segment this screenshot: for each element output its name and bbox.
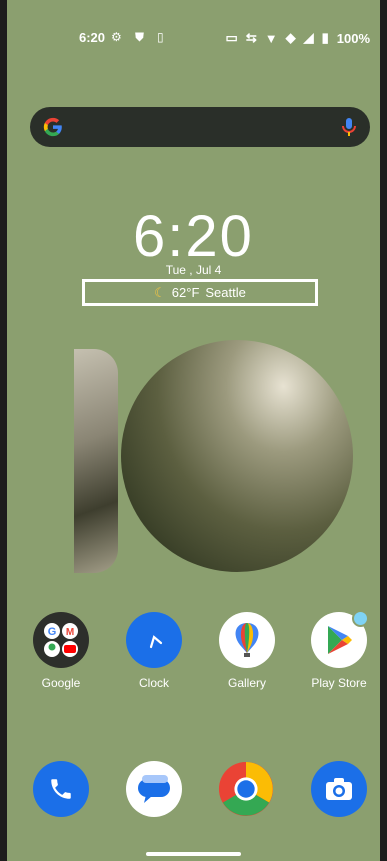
app-play-store[interactable]: Play Store [299, 610, 379, 690]
svg-text:G: G [48, 626, 57, 638]
notification-dot [352, 610, 369, 627]
chrome-icon [218, 761, 274, 817]
clipboard-icon: ▯ [157, 30, 164, 44]
dock-camera[interactable] [299, 761, 379, 817]
moon-icon: ☾ [154, 284, 166, 300]
home-gesture-bar[interactable] [146, 852, 241, 856]
battery-percent: 100% [336, 30, 370, 46]
weather-temp: 62°F [171, 285, 200, 300]
mic-icon[interactable] [340, 117, 358, 137]
camera-icon [311, 761, 367, 817]
dock-messages[interactable] [114, 761, 194, 817]
home-screen: 6:20 ⚙ ⛊ ▯ ▭ ⇆ ▼ ◆ ◢ ▮ 100% 6:20 Tue , J… [0, 0, 387, 861]
status-time: 6:20 [79, 30, 106, 45]
vibrate-icon: ⇆ [245, 30, 257, 45]
play-store-icon [311, 610, 369, 668]
clock-widget-time[interactable]: 6:20 [0, 203, 387, 270]
clock-icon [126, 612, 182, 668]
app-label: Gallery [227, 676, 266, 690]
lte-icon: ◆ [285, 30, 296, 45]
status-bar: 6:20 ⚙ ⛊ ▯ ▭ ⇆ ▼ ◆ ◢ ▮ 100% [0, 24, 387, 50]
wallpaper-art-circle [121, 340, 353, 572]
signal-icon: ◢ [303, 30, 314, 45]
svg-text:M: M [66, 627, 74, 638]
app-google-folder[interactable]: G M Google [21, 612, 101, 690]
app-gallery[interactable]: Gallery [207, 612, 287, 690]
dock-chrome[interactable] [206, 761, 286, 817]
clock-widget-date[interactable]: Tue , Jul 4 [0, 263, 387, 277]
weather-widget[interactable]: ☾ 62°F Seattle [82, 279, 318, 306]
app-label: Play Store [311, 676, 367, 690]
dock-phone[interactable] [21, 761, 101, 817]
weather-city: Seattle [205, 285, 246, 300]
google-folder-icon: G M [33, 612, 89, 668]
app-label: Clock [138, 676, 169, 690]
nfc-icon: ▭ [225, 30, 238, 45]
wallpaper-art-left [74, 349, 118, 573]
app-label: Google [41, 676, 81, 690]
messages-icon [126, 761, 182, 817]
phone-icon [33, 761, 89, 817]
gallery-icon [219, 612, 275, 668]
app-clock[interactable]: Clock [114, 612, 194, 690]
settings-icon: ⚙ [111, 30, 122, 44]
status-right: ▭ ⇆ ▼ ◆ ◢ ▮ 100% [226, 30, 370, 46]
shield-icon: ⛊ [135, 30, 145, 44]
battery-icon: ▮ [321, 30, 329, 45]
google-search-bar[interactable] [30, 107, 370, 147]
google-logo-icon [43, 117, 62, 137]
wifi-icon: ▼ [264, 30, 278, 46]
